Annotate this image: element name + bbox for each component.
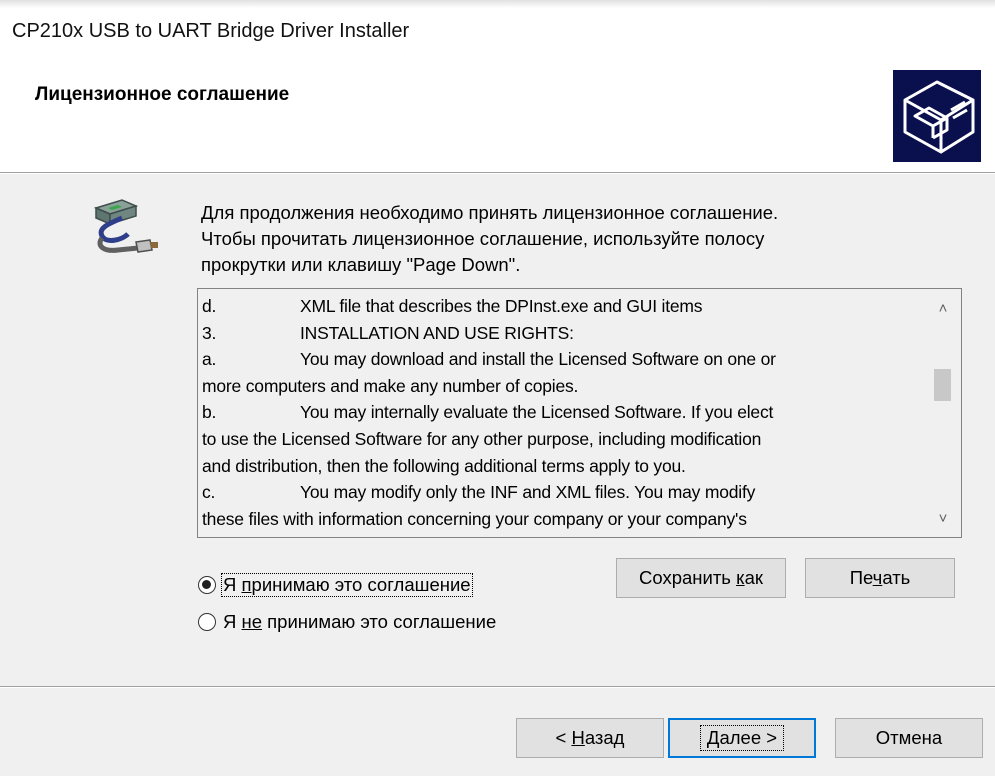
license-textbox[interactable]: d. XML file that describes the DPInst.exe… — [197, 288, 962, 538]
license-line: and distribution, then the following add… — [202, 455, 686, 476]
usb-cable-icon — [88, 190, 160, 270]
accept-label[interactable]: Я принимаю это соглашение — [221, 573, 473, 597]
window-title: CP210x USB to UART Bridge Driver Install… — [12, 20, 410, 42]
license-line: 3. INSTALLATION AND USE RIGHTS: — [202, 322, 574, 343]
decline-label[interactable]: Я не принимаю это соглашение — [221, 611, 498, 633]
save-as-button[interactable]: Сохранить как — [616, 558, 786, 598]
license-line: c. You may modify only the INF and XML fi… — [202, 482, 756, 503]
decline-option[interactable]: Я не принимаю это соглашение — [198, 609, 498, 635]
decline-radio[interactable] — [198, 613, 216, 631]
instructions-line: Для продолжения необходимо принять лицен… — [201, 202, 779, 223]
header-banner: Лицензионное соглашение — [0, 60, 995, 172]
installer-box-icon — [893, 70, 981, 162]
accept-radio[interactable] — [198, 576, 216, 594]
license-text: d. XML file that describes the DPInst.exe… — [202, 293, 920, 532]
cancel-button[interactable]: Отмена — [835, 718, 983, 758]
scroll-thumb[interactable] — [934, 369, 951, 401]
scroll-up-icon[interactable]: ˄ — [925, 291, 961, 327]
print-button[interactable]: Печать — [805, 558, 955, 598]
next-button[interactable]: Далее > — [668, 718, 816, 758]
footer-divider — [0, 686, 995, 688]
license-line: b. You may internally evaluate the Licens… — [202, 402, 774, 423]
instructions-text: Для продолжения необходимо принять лицен… — [201, 200, 891, 278]
license-line: to use the Licensed Software for any oth… — [202, 428, 762, 449]
license-line: these files with information concerning … — [202, 508, 747, 529]
license-line: more computers and make any number of co… — [202, 375, 579, 396]
instructions-line: Чтобы прочитать лицензионное соглашение,… — [201, 228, 765, 249]
scroll-down-icon[interactable]: ˅ — [925, 501, 961, 537]
instructions-line: прокрутки или клавишу "Page Down". — [201, 254, 521, 275]
back-button[interactable]: < Назад — [516, 718, 664, 758]
license-line: a. You may download and install the Licen… — [202, 349, 776, 370]
header-divider — [0, 172, 995, 174]
page-title: Лицензионное соглашение — [35, 84, 290, 105]
title-bar: CP210x USB to UART Bridge Driver Install… — [0, 0, 995, 60]
vertical-scrollbar[interactable]: ˄ ˅ — [925, 289, 961, 537]
license-line: d. XML file that describes the DPInst.exe… — [202, 296, 703, 316]
accept-option[interactable]: Я принимаю это соглашение — [198, 572, 473, 598]
